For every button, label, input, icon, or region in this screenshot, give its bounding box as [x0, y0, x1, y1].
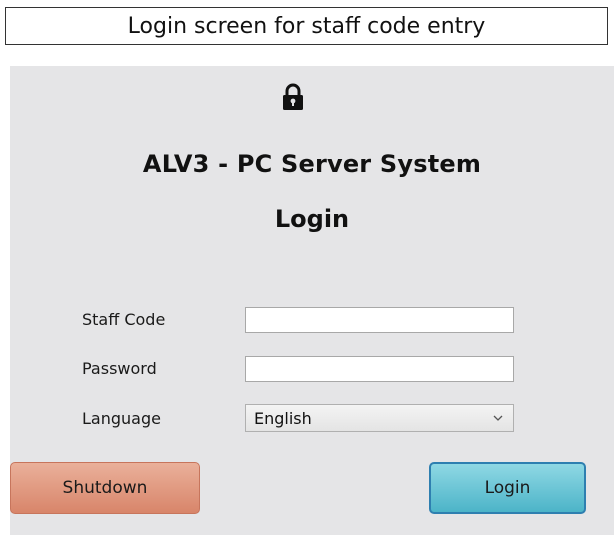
- caption-text: Login screen for staff code entry: [127, 13, 486, 39]
- shutdown-button[interactable]: Shutdown: [10, 462, 200, 514]
- staff-code-input[interactable]: [245, 307, 514, 333]
- language-selected-value: English: [254, 408, 312, 428]
- language-select[interactable]: English: [245, 404, 514, 432]
- language-label: Language: [82, 409, 161, 428]
- login-panel: ALV3 - PC Server System Login Staff Code…: [10, 66, 614, 535]
- password-label: Password: [82, 359, 157, 378]
- login-title: Login: [274, 205, 350, 233]
- caption-box: Login screen for staff code entry: [5, 7, 608, 45]
- chevron-down-icon: [493, 415, 503, 421]
- lock-icon: [283, 83, 303, 110]
- app-title: ALV3 - PC Server System: [142, 150, 482, 178]
- staff-code-label: Staff Code: [82, 310, 166, 329]
- login-button[interactable]: Login: [429, 462, 586, 514]
- password-input[interactable]: [245, 356, 514, 382]
